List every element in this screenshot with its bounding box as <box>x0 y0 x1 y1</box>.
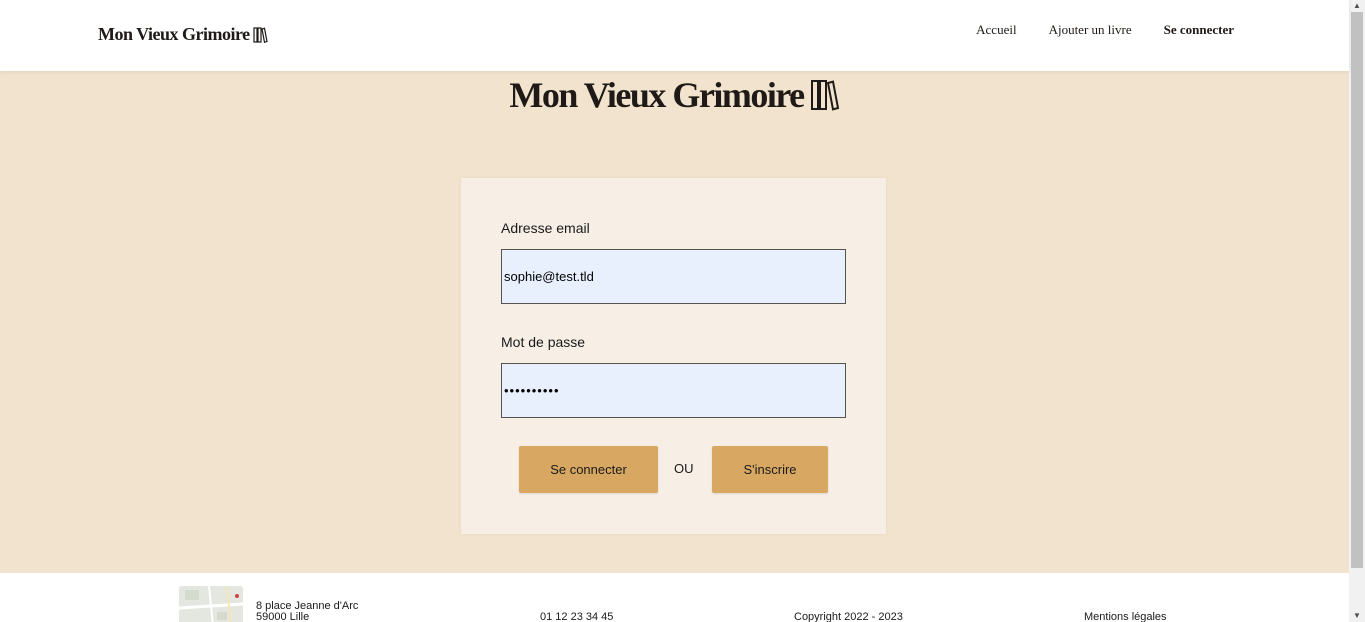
footer-address-line2: 59000 Lille <box>256 611 310 622</box>
site-footer: 8 place Jeanne d'Arc 59000 Lille 01 12 2… <box>0 573 1349 622</box>
site-header: Mon Vieux Grimoire Accueil Ajouter un li… <box>0 0 1349 71</box>
main-nav: Accueil Ajouter un livre Se connecter <box>976 22 1234 38</box>
nav-link-se-connecter[interactable]: Se connecter <box>1164 22 1234 38</box>
hero-title: Mon Vieux Grimoire <box>0 74 1349 116</box>
main-content: Mon Vieux Grimoire Adresse email Mot de … <box>0 71 1349 573</box>
signup-button[interactable]: S'inscrire <box>712 446 828 493</box>
login-button[interactable]: Se connecter <box>519 446 658 493</box>
or-separator: OU <box>674 461 694 476</box>
vertical-scrollbar[interactable]: ▲ ▼ <box>1349 0 1365 622</box>
nav-link-ajouter-livre[interactable]: Ajouter un livre <box>1049 22 1132 38</box>
header-logo[interactable]: Mon Vieux Grimoire <box>98 24 268 45</box>
header-logo-text: Mon Vieux Grimoire <box>98 24 250 44</box>
books-icon <box>810 80 839 111</box>
map-thumbnail[interactable] <box>179 586 243 622</box>
footer-phone: 01 12 23 34 45 <box>540 611 614 622</box>
nav-link-accueil[interactable]: Accueil <box>976 22 1016 38</box>
email-field[interactable] <box>501 249 846 304</box>
footer-address: 8 place Jeanne d'Arc 59000 Lille <box>256 601 358 622</box>
password-label: Mot de passe <box>501 334 586 350</box>
scroll-down-icon[interactable]: ▼ <box>1349 610 1365 622</box>
login-form: Adresse email Mot de passe Se connecter … <box>461 178 886 534</box>
hero-title-text: Mon Vieux Grimoire <box>509 75 805 115</box>
footer-copyright: Copyright 2022 - 2023 <box>794 611 903 622</box>
footer-legal-link[interactable]: Mentions légales <box>1084 612 1167 622</box>
books-icon <box>253 26 268 43</box>
password-field[interactable] <box>501 363 846 418</box>
scroll-up-icon[interactable]: ▲ <box>1349 0 1365 12</box>
map-icon <box>179 586 243 622</box>
scroll-thumb[interactable] <box>1351 12 1363 568</box>
email-label: Adresse email <box>501 220 590 236</box>
